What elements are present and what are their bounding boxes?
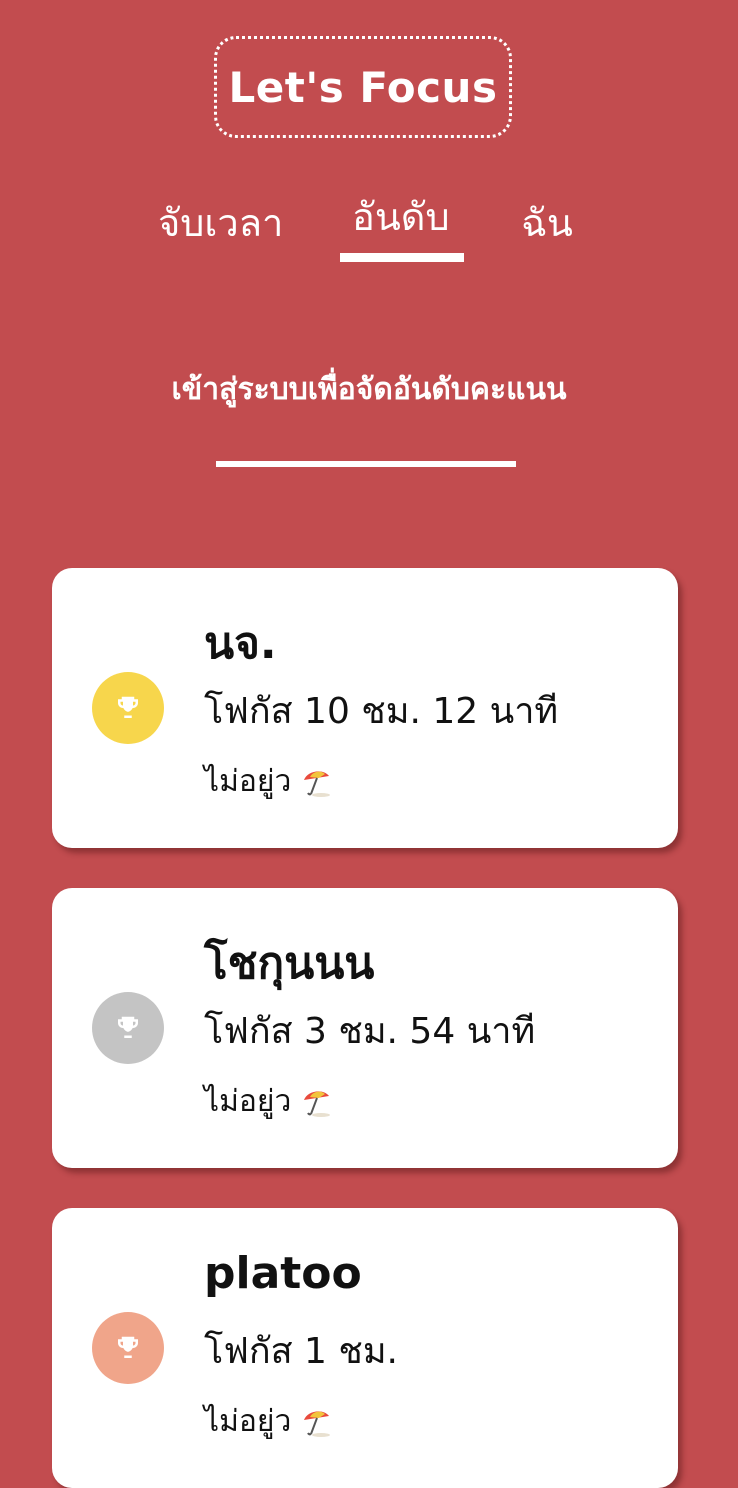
tab-bar: จับเวลา อันดับ ฉัน xyxy=(0,180,738,270)
umbrella-icon xyxy=(304,1090,331,1117)
user-status: ไม่อยู่ว xyxy=(204,758,333,805)
login-prompt-link[interactable]: เข้าสู่ระบบเพื่อจัดอันดับคะแนน xyxy=(0,366,738,413)
focus-time: โฟกัส 1 ชม. xyxy=(204,1331,398,1372)
user-status: ไม่อยู่ว xyxy=(204,1078,333,1125)
umbrella-icon xyxy=(304,1410,331,1437)
status-text: ไม่อยู่ว xyxy=(204,1404,292,1439)
trophy-icon xyxy=(118,696,138,718)
umbrella-icon xyxy=(304,770,331,797)
user-name: platoo xyxy=(204,1248,362,1299)
tab-timer[interactable]: จับเวลา xyxy=(158,192,283,253)
login-underline xyxy=(216,461,516,467)
app-title: Let's Focus xyxy=(228,62,498,112)
tab-profile[interactable]: ฉัน xyxy=(521,192,573,253)
user-name: นจ. xyxy=(204,618,277,669)
app-logo: Let's Focus xyxy=(214,36,512,138)
leaderboard-card: platoo โฟกัส 1 ชม. ไม่อยู่ว xyxy=(52,1208,678,1488)
focus-time: โฟกัส 10 ชม. 12 นาที xyxy=(204,691,559,732)
rank-badge-gold xyxy=(92,672,164,744)
user-name: โชกุนนน xyxy=(204,938,375,989)
user-status: ไม่อยู่ว xyxy=(204,1398,333,1445)
leaderboard-card: โชกุนนน โฟกัส 3 ชม. 54 นาที ไม่อยู่ว xyxy=(52,888,678,1168)
trophy-icon xyxy=(118,1016,138,1038)
status-text: ไม่อยู่ว xyxy=(204,1084,292,1119)
focus-time: โฟกัส 3 ชม. 54 นาที xyxy=(204,1011,536,1052)
active-tab-indicator xyxy=(340,253,464,262)
rank-badge-silver xyxy=(92,992,164,1064)
trophy-icon xyxy=(118,1336,138,1358)
leaderboard-card: นจ. โฟกัส 10 ชม. 12 นาที ไม่อยู่ว xyxy=(52,568,678,848)
rank-badge-bronze xyxy=(92,1312,164,1384)
status-text: ไม่อยู่ว xyxy=(204,764,292,799)
tab-leaderboard[interactable]: อันดับ xyxy=(352,186,450,247)
